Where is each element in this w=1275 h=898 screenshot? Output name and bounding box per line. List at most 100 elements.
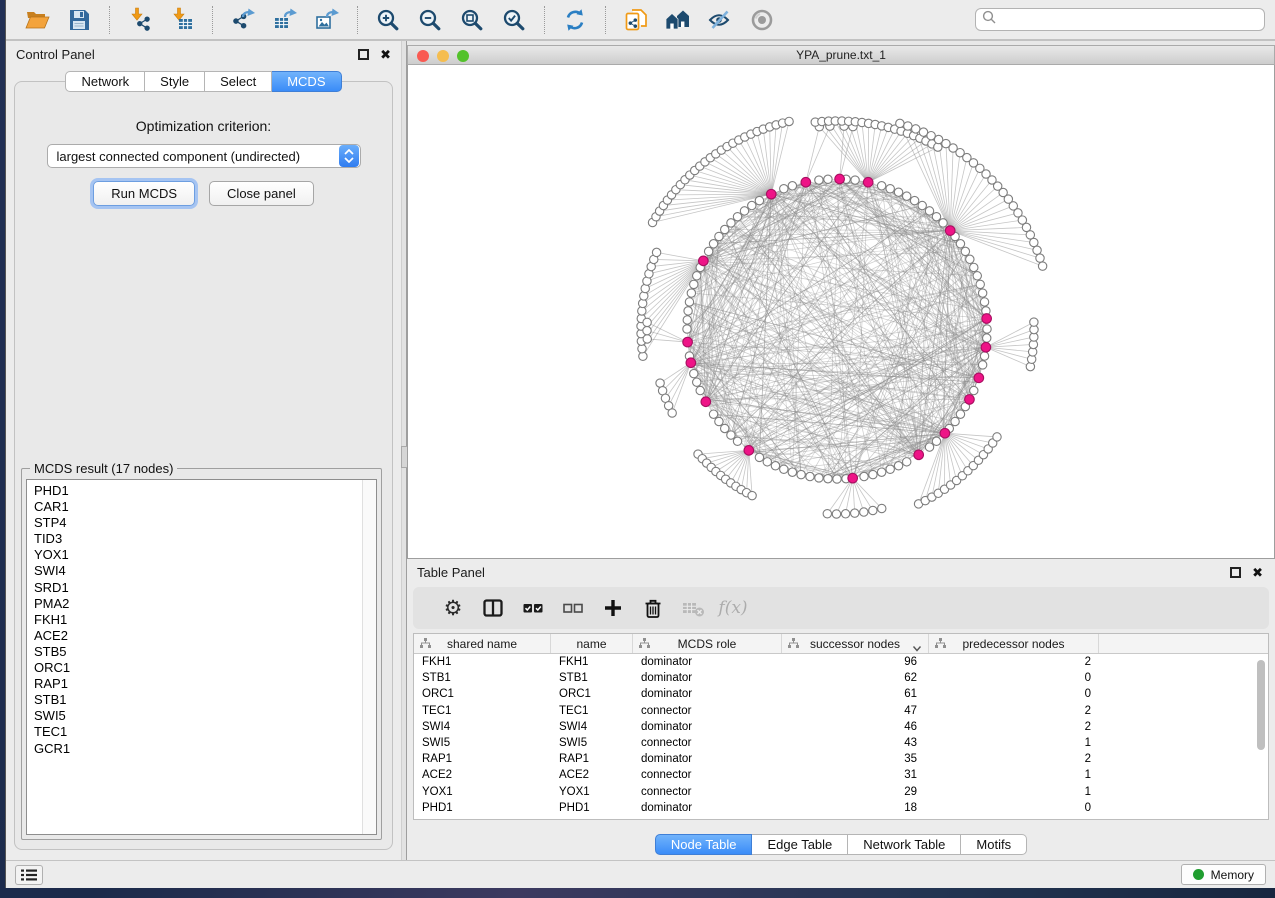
first-neighbors-icon[interactable] [662, 4, 694, 36]
mcds-result-item[interactable]: RAP1 [34, 676, 362, 692]
window-traffic-lights [417, 50, 469, 62]
table-row[interactable]: YOX1YOX1connector291 [414, 784, 1268, 800]
mcds-result-item[interactable]: PMA2 [34, 596, 362, 612]
tab-mcds[interactable]: MCDS [272, 71, 341, 92]
table-toolbar: ⚙f(x) [413, 587, 1269, 629]
open-file-icon[interactable] [21, 4, 53, 36]
column-label: MCDS role [678, 637, 737, 651]
mcds-result-item[interactable]: TEC1 [34, 724, 362, 740]
column-header-shared-name[interactable]: shared name [414, 634, 551, 653]
hide-selected-icon[interactable] [704, 4, 736, 36]
import-table-icon[interactable] [166, 4, 198, 36]
cell-successor_nodes: 61 [782, 688, 929, 700]
mcds-result-item[interactable]: STB1 [34, 692, 362, 708]
table-row[interactable]: PHD1PHD1dominator180 [414, 800, 1268, 816]
table-row[interactable]: RAP1RAP1dominator352 [414, 751, 1268, 767]
table-panel-actions: ✖ [1230, 567, 1263, 578]
new-network-from-selection-icon[interactable] [620, 4, 652, 36]
cell-shared_name: SWI4 [414, 721, 551, 733]
toolbar-separator [544, 6, 545, 34]
mcds-buttons: Run MCDS Close panel [15, 181, 392, 206]
export-table-icon[interactable] [269, 4, 301, 36]
network-graph [408, 65, 1274, 558]
cell-mcds_role: connector [633, 705, 782, 717]
export-image-icon[interactable] [311, 4, 343, 36]
table-row[interactable]: ORC1ORC1dominator610 [414, 686, 1268, 702]
select-all-icon[interactable] [513, 593, 553, 623]
table-mode-gear-icon[interactable]: ⚙ [433, 593, 473, 623]
tree-icon [935, 638, 946, 652]
mcds-result-item[interactable]: SWI4 [34, 563, 362, 579]
mcds-result-item[interactable]: SWI5 [34, 708, 362, 724]
close-panel-icon[interactable]: ✖ [380, 49, 391, 60]
import-network-icon[interactable] [124, 4, 156, 36]
cell-predecessor_nodes: 1 [929, 769, 1099, 781]
tab-edge-table[interactable]: Edge Table [752, 834, 848, 855]
apply-layout-icon[interactable] [559, 4, 591, 36]
column-header-predecessor-nodes[interactable]: predecessor nodes [929, 634, 1099, 653]
cell-predecessor_nodes: 0 [929, 802, 1099, 814]
tab-node-table[interactable]: Node Table [655, 834, 753, 855]
zoom-out-icon[interactable] [414, 4, 446, 36]
mcds-result-item[interactable]: ORC1 [34, 660, 362, 676]
tab-network[interactable]: Network [65, 71, 145, 92]
status-bar: Memory [6, 860, 1275, 888]
mcds-result-item[interactable]: STP4 [34, 515, 362, 531]
zoom-fit-icon[interactable] [456, 4, 488, 36]
cell-successor_nodes: 29 [782, 786, 929, 798]
mcds-result-item[interactable]: PHD1 [34, 483, 362, 499]
graphics-details-icon[interactable] [746, 4, 778, 36]
control-panel-title: Control Panel [16, 47, 95, 62]
cell-predecessor_nodes: 0 [929, 672, 1099, 684]
table-scrollbar-thumb[interactable] [1257, 660, 1265, 750]
memory-button[interactable]: Memory [1181, 864, 1266, 885]
mcds-result-item[interactable]: STB5 [34, 644, 362, 660]
add-column-icon[interactable] [593, 593, 633, 623]
mcds-result-item[interactable]: TID3 [34, 531, 362, 547]
save-session-icon[interactable] [63, 4, 95, 36]
column-header-MCDS-role[interactable]: MCDS role [633, 634, 782, 653]
maximize-window-icon[interactable] [457, 50, 469, 62]
cell-shared_name: ACE2 [414, 769, 551, 781]
mcds-result-item[interactable]: CAR1 [34, 499, 362, 515]
close-window-icon[interactable] [417, 50, 429, 62]
mcds-result-item[interactable]: FKH1 [34, 612, 362, 628]
mcds-result-item[interactable]: GCR1 [34, 741, 362, 757]
table-row[interactable]: SWI4SWI4dominator462 [414, 719, 1268, 735]
zoom-selected-icon[interactable] [498, 4, 530, 36]
mcds-result-item[interactable]: SRD1 [34, 580, 362, 596]
zoom-in-icon[interactable] [372, 4, 404, 36]
table-row[interactable]: SWI5SWI5connector431 [414, 735, 1268, 751]
column-header-successor-nodes[interactable]: successor nodes [782, 634, 929, 653]
search-box[interactable] [975, 8, 1265, 31]
delete-column-icon[interactable] [633, 593, 673, 623]
search-input[interactable] [996, 13, 1258, 27]
float-table-panel-icon[interactable] [1230, 567, 1241, 578]
tab-style[interactable]: Style [145, 71, 205, 92]
table-row[interactable]: FKH1FKH1dominator962 [414, 654, 1268, 670]
column-label: shared name [447, 637, 517, 651]
run-mcds-button[interactable]: Run MCDS [93, 181, 195, 206]
mcds-result-item[interactable]: YOX1 [34, 547, 362, 563]
mcds-result-item[interactable]: ACE2 [34, 628, 362, 644]
table-row[interactable]: TEC1TEC1connector472 [414, 703, 1268, 719]
close-table-panel-icon[interactable]: ✖ [1252, 567, 1263, 578]
float-panel-icon[interactable] [358, 49, 369, 60]
export-network-icon[interactable] [227, 4, 259, 36]
tab-network-table[interactable]: Network Table [848, 834, 961, 855]
mcds-list-scrollbar[interactable] [362, 480, 376, 834]
task-history-button[interactable] [15, 865, 43, 885]
criterion-select[interactable]: largest connected component (undirected) [47, 144, 361, 168]
show-columns-icon[interactable] [473, 593, 513, 623]
table-row[interactable]: STB1STB1dominator620 [414, 670, 1268, 686]
minimize-window-icon[interactable] [437, 50, 449, 62]
network-canvas[interactable] [407, 65, 1275, 559]
deselect-all-icon[interactable] [553, 593, 593, 623]
tab-select[interactable]: Select [205, 71, 272, 92]
tab-motifs[interactable]: Motifs [961, 834, 1027, 855]
cell-mcds_role: connector [633, 769, 782, 781]
table-row[interactable]: ACE2ACE2connector311 [414, 767, 1268, 783]
close-panel-button[interactable]: Close panel [209, 181, 314, 206]
column-header-name[interactable]: name [551, 634, 633, 653]
select-stepper-icon [339, 145, 359, 167]
